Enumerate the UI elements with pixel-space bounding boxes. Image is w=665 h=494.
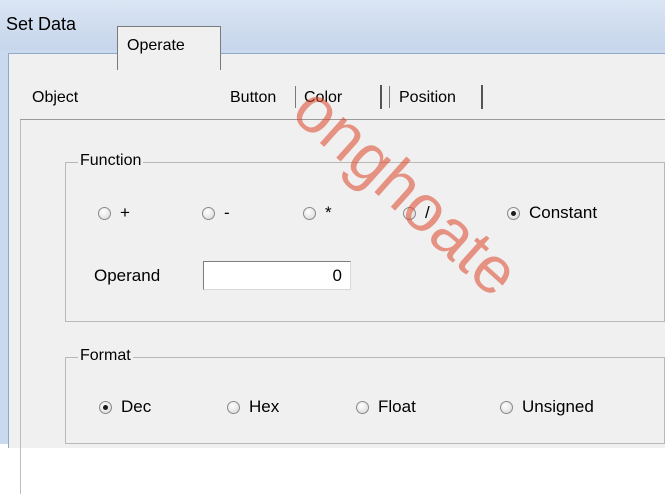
operand-input[interactable]: 0 (203, 261, 351, 290)
tab-divider (389, 86, 390, 108)
tab-operate[interactable]: Operate (117, 26, 221, 70)
tab-divider (380, 85, 382, 109)
radio-divide-circle (403, 206, 416, 220)
radio-plus-circle (98, 206, 111, 220)
radio-plus[interactable]: + (98, 203, 130, 223)
radio-unsigned[interactable]: Unsigned (500, 397, 594, 417)
radio-constant[interactable]: Constant (507, 203, 597, 223)
radio-constant-label: Constant (529, 203, 598, 222)
radio-divide[interactable]: / (403, 203, 430, 223)
title-bar[interactable]: Set Data (0, 0, 665, 50)
function-groupbox (65, 162, 665, 322)
tab-position[interactable]: Position (399, 86, 456, 110)
radio-multiply-circle (303, 206, 316, 220)
radio-minus-label: - (224, 203, 230, 222)
tab-button[interactable]: Button (230, 86, 276, 110)
tab-color[interactable]: Color (304, 86, 342, 110)
radio-hex[interactable]: Hex (227, 397, 279, 417)
tab-object[interactable]: Object (32, 86, 78, 110)
radio-divide-label: / (425, 203, 430, 222)
radio-dec-circle (99, 400, 112, 414)
function-group-label: Function (78, 152, 144, 170)
radio-minus-circle (202, 206, 215, 220)
operand-label: Operand (94, 266, 161, 285)
radio-multiply-label: * (325, 203, 332, 222)
radio-constant-circle (507, 206, 520, 220)
tab-divider (295, 86, 296, 108)
radio-hex-label: Hex (249, 397, 280, 416)
radio-minus[interactable]: - (202, 203, 230, 223)
radio-float[interactable]: Float (356, 397, 416, 417)
format-group-label: Format (78, 347, 133, 365)
tab-operate-label: Operate (127, 37, 185, 54)
radio-multiply[interactable]: * (303, 203, 332, 223)
tab-divider (481, 85, 483, 109)
radio-dec-label: Dec (121, 397, 152, 416)
radio-unsigned-label: Unsigned (522, 397, 594, 416)
radio-float-circle (356, 400, 369, 414)
radio-plus-label: + (120, 203, 130, 222)
window-title: Set Data (6, 14, 77, 34)
radio-float-label: Float (378, 397, 416, 416)
radio-dec[interactable]: Dec (99, 397, 151, 417)
radio-hex-circle (227, 400, 240, 414)
radio-unsigned-circle (500, 400, 513, 414)
